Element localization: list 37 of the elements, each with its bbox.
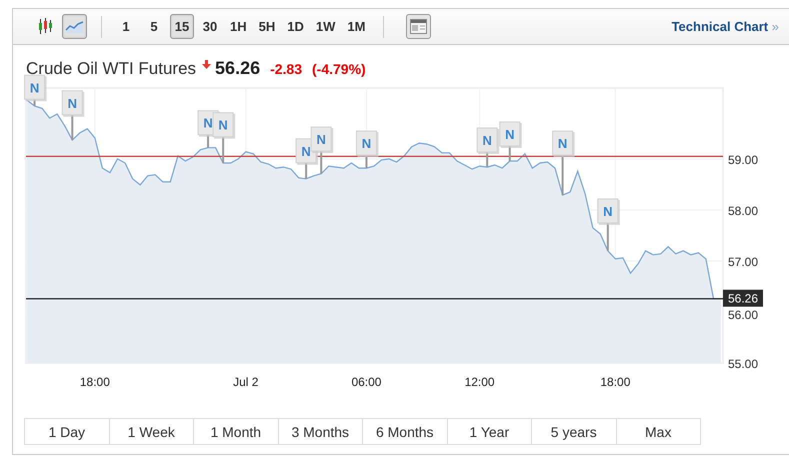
range-button[interactable]: 1 Day bbox=[24, 418, 110, 445]
interval-button[interactable]: 1M bbox=[343, 14, 370, 39]
line-chart-icon bbox=[65, 20, 84, 34]
interval-button[interactable]: 30 bbox=[198, 14, 222, 39]
range-button[interactable]: 5 years bbox=[531, 418, 616, 445]
y-axis-label: 59.00 bbox=[728, 152, 758, 167]
range-button[interactable]: 6 Months bbox=[362, 418, 448, 445]
interval-button[interactable]: 15 bbox=[170, 14, 194, 39]
x-axis-label: 12:00 bbox=[464, 375, 495, 389]
price-change: -2.83 bbox=[270, 61, 302, 77]
y-axis-label: 57.00 bbox=[728, 254, 758, 269]
candlestick-icon bbox=[38, 18, 53, 35]
x-axis-label: Jul 2 bbox=[233, 375, 258, 389]
y-axis-label: 55.00 bbox=[728, 357, 758, 371]
interval-button[interactable]: 1 bbox=[114, 14, 138, 39]
x-axis-label: 06:00 bbox=[351, 375, 382, 389]
percent-change: (-4.79%) bbox=[312, 61, 366, 77]
interval-button[interactable]: 1D bbox=[283, 14, 308, 39]
x-axis-label: 18:00 bbox=[600, 375, 630, 389]
technical-chart-link[interactable]: Technical Chart » bbox=[672, 19, 779, 34]
interval-button[interactable]: 5 bbox=[142, 14, 166, 39]
x-axis-label: 18:00 bbox=[80, 375, 110, 389]
range-button[interactable]: 1 Year bbox=[446, 418, 532, 445]
range-button[interactable]: Max bbox=[616, 418, 701, 445]
range-button[interactable]: 1 Week bbox=[108, 418, 194, 445]
interval-button[interactable]: 1H bbox=[226, 14, 251, 39]
interval-button[interactable]: 5H bbox=[254, 14, 280, 39]
y-axis-label: 58.00 bbox=[728, 204, 758, 218]
y-axis-label: 56.00 bbox=[728, 308, 758, 322]
interval-button[interactable]: 1W bbox=[312, 14, 340, 39]
range-button[interactable]: 1 Month bbox=[193, 418, 278, 445]
last-price: 56.26 bbox=[215, 58, 260, 79]
last-price-badge: 56.26 bbox=[723, 290, 763, 307]
range-button[interactable]: 3 Months bbox=[278, 418, 363, 445]
layout-button[interactable] bbox=[406, 14, 432, 39]
down-arrow-icon bbox=[202, 60, 212, 69]
layout-icon bbox=[410, 19, 428, 34]
